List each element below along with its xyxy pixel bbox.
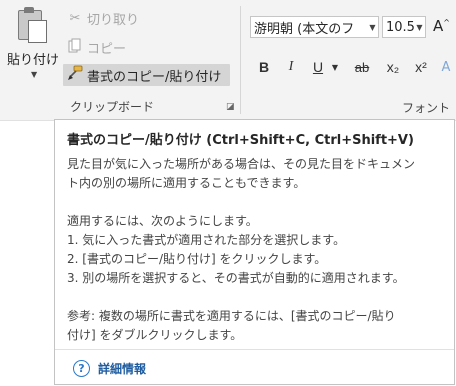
- group-divider: [240, 6, 241, 114]
- help-circle-icon: ?: [73, 360, 90, 377]
- paste-button[interactable]: 貼り付け ▼: [4, 2, 62, 94]
- tooltip: 書式のコピー/貼り付け (Ctrl+Shift+C, Ctrl+Shift+V)…: [54, 119, 455, 385]
- cut-label: 切り取り: [87, 12, 140, 28]
- dialog-launcher-icon[interactable]: ◪: [226, 102, 235, 112]
- paste-label: 貼り付け: [7, 53, 60, 68]
- strikethrough-icon[interactable]: ab: [350, 56, 374, 78]
- tooltip-line: ト内の別の場所に適用することもできます。: [67, 176, 306, 190]
- font-group-label: フォント: [402, 101, 451, 115]
- more-info-link[interactable]: ? 詳細情報: [73, 360, 146, 377]
- grow-font-icon[interactable]: A^: [433, 17, 450, 35]
- chevron-down-icon[interactable]: ▼: [31, 70, 37, 79]
- tooltip-line: 参考: 複数の場所に書式を適用するには、[書式のコピー/貼り: [67, 309, 396, 323]
- clipboard-group-label: クリップボード: [70, 100, 155, 114]
- chevron-down-icon[interactable]: ▼: [329, 56, 341, 78]
- tooltip-line: 2. [書式のコピー/貼り付け] をクリックします。: [67, 252, 327, 266]
- font-name-value: 游明朝 (本文のフ: [254, 21, 355, 37]
- tooltip-line: 1. 気に入った書式が適用された部分を選択します。: [67, 233, 346, 247]
- tooltip-line: 適用するには、次のようにします。: [67, 214, 258, 228]
- chevron-down-icon[interactable]: ▼: [367, 23, 378, 32]
- tooltip-line: [67, 193, 415, 212]
- tooltip-line: 付け] をダブルクリックします。: [67, 328, 243, 342]
- ribbon: 貼り付け ▼ ✂ 切り取り コピー 書式のコピー/貼り付け クリップボード ◪: [0, 0, 456, 121]
- font-size-combo[interactable]: 10.5 ▼: [382, 16, 426, 38]
- tooltip-body: 見た目が気に入った場所がある場合は、その見た目をドキュメン ト内の別の場所に適用…: [67, 155, 415, 345]
- tooltip-line: 3. 別の場所を選択すると、その書式が自動的に適用されます。: [67, 271, 405, 285]
- font-name-combo[interactable]: 游明朝 (本文のフ ▼: [250, 16, 379, 38]
- copy-label: コピー: [87, 41, 127, 57]
- copy-button[interactable]: コピー: [66, 36, 126, 58]
- scissors-icon: ✂: [69, 10, 81, 26]
- superscript-icon[interactable]: x²: [410, 56, 432, 78]
- paintbrush-icon: [66, 65, 84, 85]
- underline-icon[interactable]: U: [309, 56, 327, 78]
- chevron-down-icon[interactable]: ▼: [414, 23, 425, 32]
- tooltip-divider: [55, 349, 454, 350]
- format-painter-button[interactable]: 書式のコピー/貼り付け: [63, 64, 230, 86]
- bold-icon[interactable]: B: [255, 56, 273, 78]
- text-effects-icon[interactable]: A: [437, 56, 455, 78]
- tooltip-line: [67, 288, 415, 307]
- more-info-label: 詳細情報: [98, 362, 147, 376]
- font-size-value: 10.5: [386, 19, 414, 35]
- cut-button[interactable]: ✂ 切り取り: [66, 7, 139, 29]
- tooltip-title: 書式のコピー/貼り付け (Ctrl+Shift+C, Ctrl+Shift+V): [67, 133, 414, 148]
- italic-icon[interactable]: I: [282, 56, 300, 78]
- copy-icon: [66, 38, 84, 57]
- format-painter-label: 書式のコピー/貼り付け: [87, 69, 222, 85]
- tooltip-line: 見た目が気に入った場所がある場合は、その見た目をドキュメン: [67, 157, 416, 171]
- subscript-icon[interactable]: x₂: [382, 56, 404, 78]
